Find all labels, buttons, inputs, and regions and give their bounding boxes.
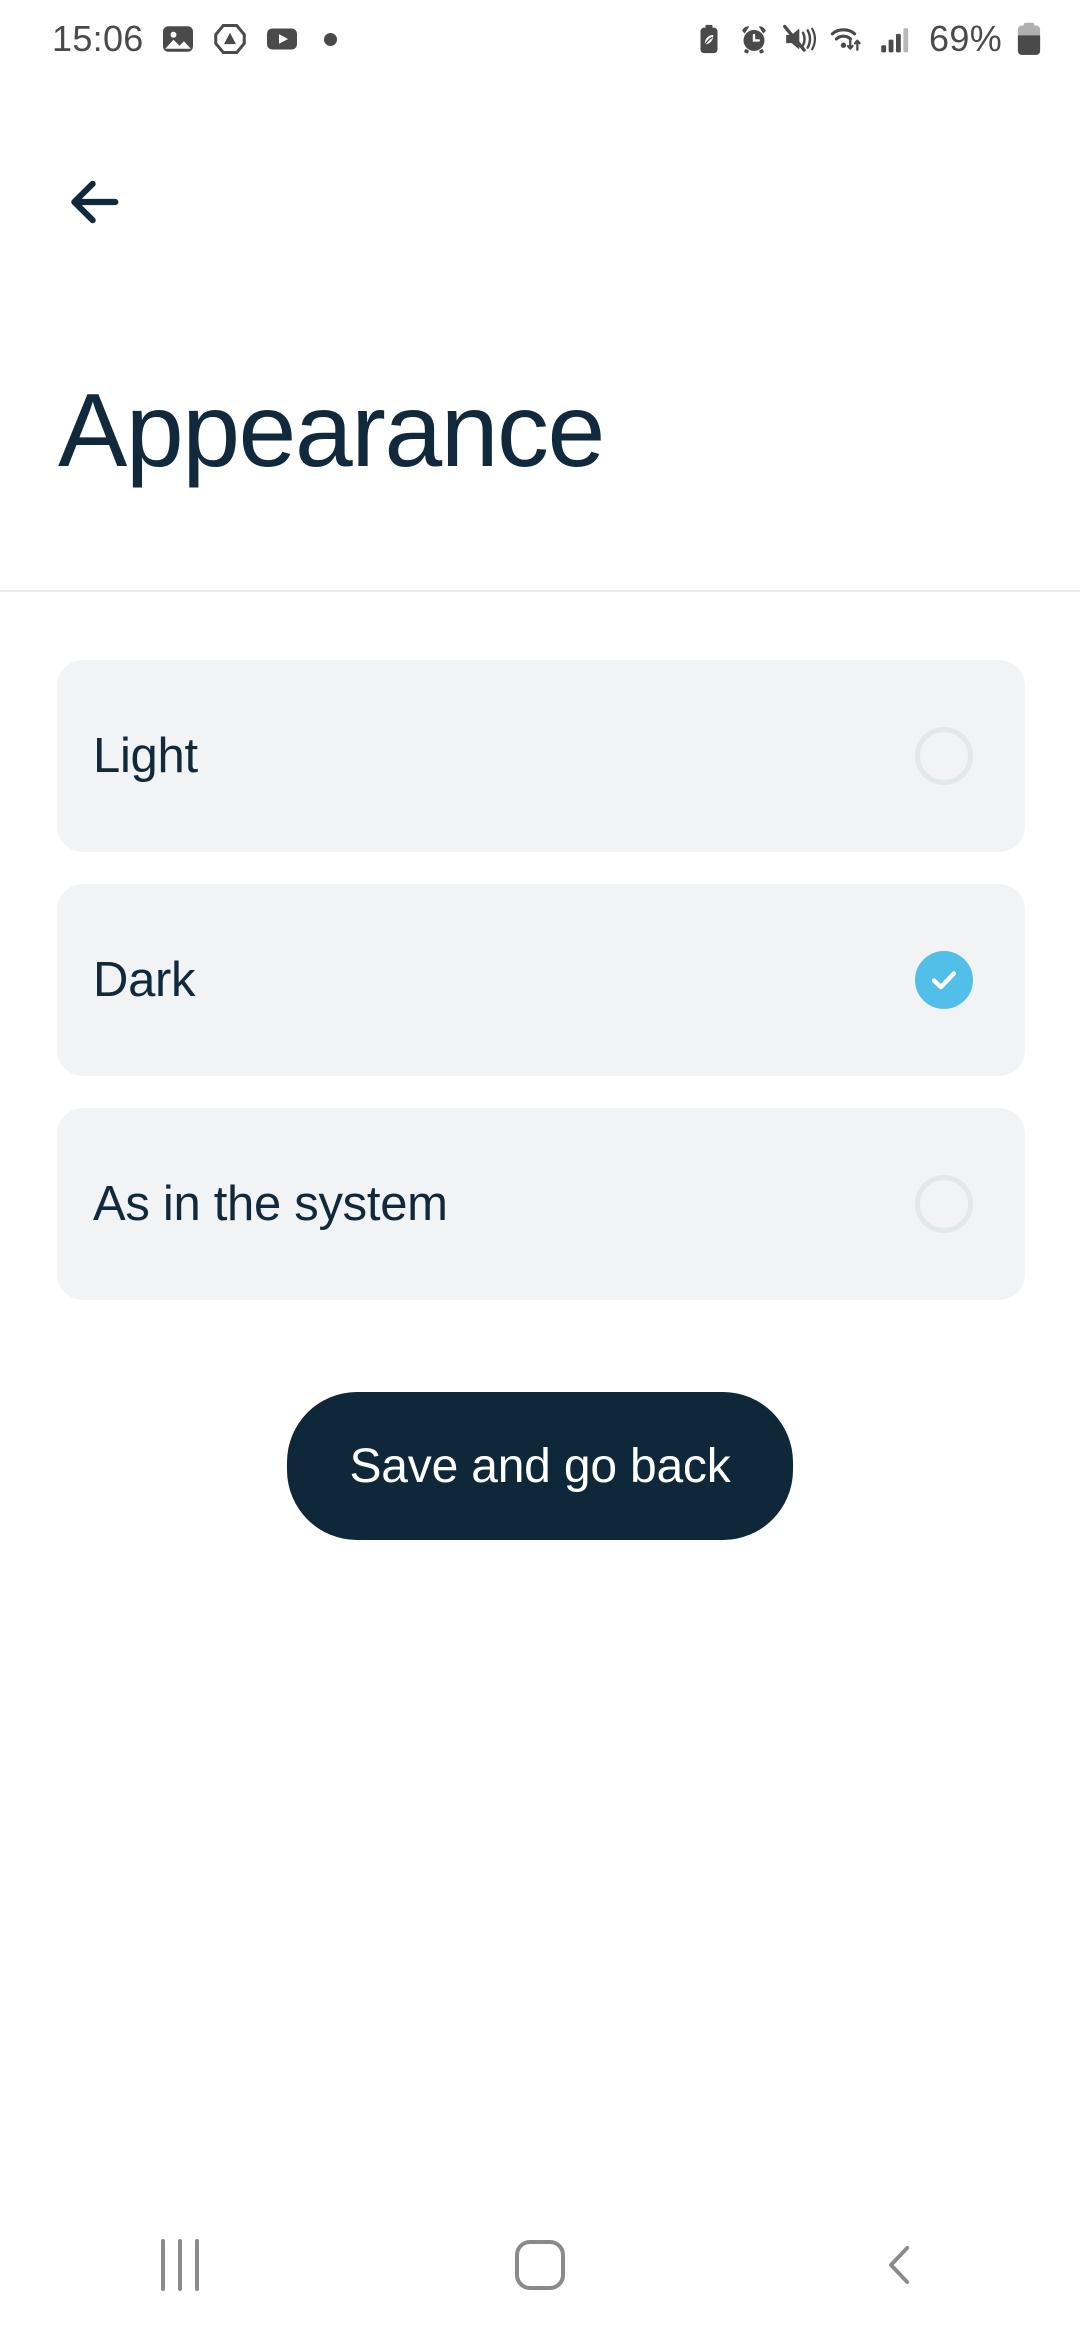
chevron-left-icon bbox=[889, 2245, 910, 2285]
app-bar bbox=[0, 140, 1080, 260]
status-bar: 15:06 69% bbox=[0, 0, 1080, 78]
recents-bars-icon bbox=[161, 2239, 199, 2291]
status-clock: 15:06 bbox=[52, 18, 144, 59]
nav-back-button[interactable] bbox=[810, 2205, 990, 2325]
phone-screen: 15:06 69% Appearance Light Dark As in th… bbox=[0, 0, 1080, 2340]
alarm-clock-icon bbox=[737, 22, 771, 56]
arrow-left-icon bbox=[71, 180, 119, 224]
youtube-play-icon bbox=[264, 21, 300, 57]
nav-home-button[interactable] bbox=[450, 2205, 630, 2325]
volume-vibrate-mute-icon bbox=[782, 22, 818, 56]
header-divider bbox=[0, 590, 1080, 592]
check-icon bbox=[931, 971, 957, 990]
battery-percent-label: 69% bbox=[929, 18, 1002, 59]
save-button-container: Save and go back bbox=[0, 1392, 1080, 1540]
battery-icon bbox=[1014, 21, 1044, 57]
wifi-data-transfer-icon bbox=[829, 22, 867, 56]
nav-recents-button[interactable] bbox=[90, 2205, 270, 2325]
option-dark[interactable]: Dark bbox=[57, 884, 1025, 1076]
option-label-system: As in the system bbox=[93, 1177, 448, 1231]
system-navigation-bar bbox=[0, 2190, 1080, 2340]
status-bar-left: 15:06 bbox=[52, 18, 337, 60]
cellular-signal-icon bbox=[878, 22, 914, 56]
home-square-icon bbox=[515, 2240, 565, 2290]
status-bar-right: 69% bbox=[692, 18, 1044, 60]
option-system[interactable]: As in the system bbox=[57, 1108, 1025, 1300]
affinity-triangle-icon bbox=[212, 21, 248, 57]
gallery-photo-icon bbox=[160, 21, 196, 57]
save-and-go-back-button[interactable]: Save and go back bbox=[287, 1392, 793, 1540]
radio-light[interactable] bbox=[915, 727, 973, 785]
radio-system[interactable] bbox=[915, 1175, 973, 1233]
page-title: Appearance bbox=[58, 373, 605, 489]
battery-saver-leaf-icon bbox=[692, 22, 726, 56]
back-button[interactable] bbox=[42, 150, 146, 254]
option-label-dark: Dark bbox=[93, 953, 196, 1007]
option-light[interactable]: Light bbox=[57, 660, 1025, 852]
notification-dot-icon bbox=[323, 32, 337, 46]
radio-dark-selected[interactable] bbox=[915, 951, 973, 1009]
option-label-light: Light bbox=[93, 729, 198, 783]
appearance-options-list: Light Dark As in the system bbox=[57, 660, 1025, 1332]
